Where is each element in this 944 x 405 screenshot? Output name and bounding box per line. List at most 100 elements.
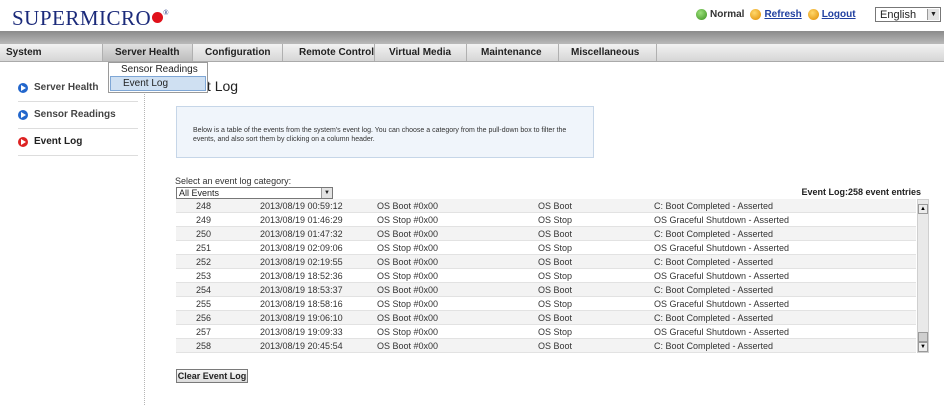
table-row[interactable]: 258 2013/08/19 20:45:54 OS Boot #0x00 OS Bo… <box>176 339 916 353</box>
category-select[interactable]: All Events ▼ <box>176 187 333 199</box>
language-select[interactable]: English ▼ <box>875 7 941 22</box>
table-row[interactable]: 254 2013/08/19 18:53:37 OS Boot #0x00 OS Bo… <box>176 283 916 297</box>
sidebar-item-event-log[interactable]: Event Log <box>18 129 138 156</box>
sidebar-divider <box>144 62 145 405</box>
event-description: OS Graceful Shutdown - Asserted <box>654 215 790 225</box>
arrow-right-icon <box>18 110 28 120</box>
event-type: OS Stop <box>538 327 573 337</box>
menu-maintenance[interactable]: Maintenance <box>467 44 559 61</box>
sidebar-item-label: Sensor Readings <box>34 109 116 120</box>
event-time: 2013/08/19 00:59:12 <box>260 201 343 211</box>
logout-icon[interactable] <box>807 9 819 20</box>
language-value: English <box>880 9 917 21</box>
table-row[interactable]: 253 2013/08/19 18:52:36 OS Stop #0x00 OS St… <box>176 269 916 283</box>
event-description: C: Boot Completed - Asserted <box>654 313 774 323</box>
chevron-down-icon[interactable]: ▼ <box>927 9 939 20</box>
event-id: 249 <box>196 215 212 225</box>
table-row[interactable]: 256 2013/08/19 19:06:10 OS Boot #0x00 OS Bo… <box>176 311 916 325</box>
event-type: OS Stop <box>538 271 573 281</box>
event-type: OS Boot <box>538 341 573 351</box>
menu-server-health[interactable]: Server Health <box>103 44 193 61</box>
category-label: Select an event log category: <box>175 176 292 186</box>
supermicro-logo: SUPERMICRO ® <box>12 6 170 30</box>
event-sensor: OS Stop #0x00 <box>377 327 439 337</box>
event-id: 253 <box>196 271 212 281</box>
event-id: 254 <box>196 285 212 295</box>
event-description: OS Graceful Shutdown - Asserted <box>654 327 790 337</box>
event-time: 2013/08/19 01:47:32 <box>260 229 343 239</box>
logout-link[interactable]: Logout <box>822 9 856 20</box>
event-type: OS Boot <box>538 229 573 239</box>
event-type: OS Stop <box>538 243 573 253</box>
table-row[interactable]: 251 2013/08/19 02:09:06 OS Stop #0x00 OS St… <box>176 241 916 255</box>
event-sensor: OS Boot #0x00 <box>377 341 439 351</box>
header-strip <box>0 31 944 44</box>
table-row[interactable]: 250 2013/08/19 01:47:32 OS Boot #0x00 OS Bo… <box>176 227 916 241</box>
dropdown-item-event-log[interactable]: Event Log <box>110 76 206 91</box>
table-row[interactable]: 257 2013/08/19 19:09:33 OS Stop #0x00 OS St… <box>176 325 916 339</box>
dropdown-item-sensor-readings[interactable]: Sensor Readings <box>109 63 207 76</box>
event-sensor: OS Boot #0x00 <box>377 229 439 239</box>
header-status-area: Normal Refresh Logout <box>696 9 856 20</box>
event-id: 251 <box>196 243 212 253</box>
event-sensor: OS Boot #0x00 <box>377 313 439 323</box>
event-id: 248 <box>196 201 212 211</box>
menu-system[interactable]: System <box>0 44 103 61</box>
event-sensor: OS Boot #0x00 <box>377 285 439 295</box>
event-description: C: Boot Completed - Asserted <box>654 257 774 267</box>
event-time: 2013/08/19 01:46:29 <box>260 215 343 225</box>
event-table-scrollbar[interactable]: ▲ ▼ <box>917 199 929 353</box>
event-type: OS Boot <box>538 257 573 267</box>
clear-event-log-button[interactable]: Clear Event Log <box>176 369 248 383</box>
event-description: C: Boot Completed - Asserted <box>654 285 774 295</box>
refresh-link[interactable]: Refresh <box>764 9 801 20</box>
event-sensor: OS Stop #0x00 <box>377 215 439 225</box>
event-sensor: OS Boot #0x00 <box>377 257 439 267</box>
menu-virtual-media[interactable]: Virtual Media <box>375 44 467 61</box>
scroll-up-icon[interactable]: ▲ <box>918 204 928 214</box>
event-time: 2013/08/19 19:06:10 <box>260 313 343 323</box>
event-description: OS Graceful Shutdown - Asserted <box>654 299 790 309</box>
event-table: 248 2013/08/19 00:59:12 OS Boot #0x00 OS Bo… <box>176 199 916 353</box>
table-row[interactable]: 255 2013/08/19 18:58:16 OS Stop #0x00 OS St… <box>176 297 916 311</box>
event-type: OS Boot <box>538 201 573 211</box>
info-box: Below is a table of the events from the … <box>176 106 594 158</box>
table-row[interactable]: 248 2013/08/19 00:59:12 OS Boot #0x00 OS Bo… <box>176 199 916 213</box>
menu-miscellaneous[interactable]: Miscellaneous <box>559 44 657 61</box>
server-health-dropdown: Sensor Readings Event Log <box>108 62 208 93</box>
sidebar-item-sensor-readings[interactable]: Sensor Readings <box>18 102 138 129</box>
event-time: 2013/08/19 18:58:16 <box>260 299 343 309</box>
arrow-right-icon <box>18 83 28 93</box>
event-description: C: Boot Completed - Asserted <box>654 341 774 351</box>
scroll-down-icon[interactable]: ▼ <box>918 342 928 352</box>
table-row[interactable]: 249 2013/08/19 01:46:29 OS Stop #0x00 OS St… <box>176 213 916 227</box>
info-text: Below is a table of the events from the … <box>193 127 567 143</box>
scroll-thumb[interactable] <box>918 332 928 342</box>
event-time: 2013/08/19 18:53:37 <box>260 285 343 295</box>
menu-remote-control[interactable]: Remote Control <box>283 44 375 61</box>
menu-configuration[interactable]: Configuration <box>193 44 283 61</box>
table-row[interactable]: 252 2013/08/19 02:19:55 OS Boot #0x00 OS Bo… <box>176 255 916 269</box>
status-label: Normal <box>710 9 745 20</box>
top-bar: SUPERMICRO ® Normal Refresh Logout Englis… <box>0 0 944 30</box>
event-count: Event Log:258 event entries <box>801 187 921 197</box>
category-value: All Events <box>179 188 220 198</box>
event-sensor: OS Stop #0x00 <box>377 271 439 281</box>
status-ok-icon <box>696 9 707 20</box>
event-type: OS Stop <box>538 299 573 309</box>
event-id: 255 <box>196 299 212 309</box>
event-type: OS Boot <box>538 285 573 295</box>
arrow-right-icon <box>18 137 28 147</box>
event-time: 2013/08/19 19:09:33 <box>260 327 343 337</box>
event-id: 252 <box>196 257 212 267</box>
chevron-down-icon[interactable]: ▼ <box>321 188 332 198</box>
refresh-icon[interactable] <box>750 9 762 20</box>
event-type: OS Stop <box>538 215 573 225</box>
event-id: 250 <box>196 229 212 239</box>
sidebar-item-label: Server Health <box>34 82 99 93</box>
event-sensor: OS Stop #0x00 <box>377 299 439 309</box>
event-sensor: OS Stop #0x00 <box>377 243 439 253</box>
event-time: 2013/08/19 02:09:06 <box>260 243 343 253</box>
event-id: 256 <box>196 313 212 323</box>
event-description: C: Boot Completed - Asserted <box>654 201 774 211</box>
